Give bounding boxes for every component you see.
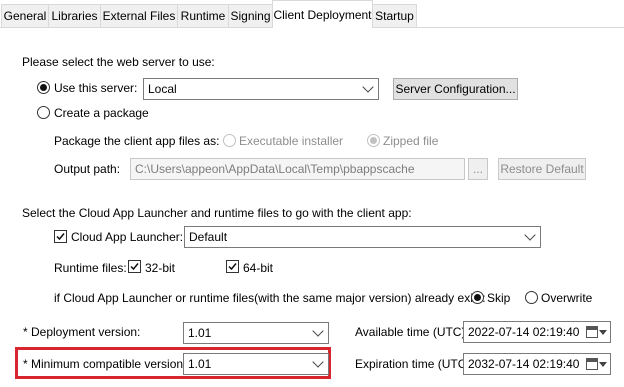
tab-signing[interactable]: Signing [228,4,273,27]
create-package-radio[interactable] [37,106,50,119]
restore-default-button[interactable]: Restore Default [498,158,586,180]
create-package-label: Create a package [54,106,149,120]
skip-radio[interactable] [471,291,484,304]
cloud-app-launcher-checkbox[interactable] [54,230,67,243]
use-server-radio[interactable] [37,81,50,94]
tab-libraries[interactable]: Libraries [48,4,101,27]
output-path-input[interactable]: C:\Users\appeon\AppData\Local\Temp\pbapp… [130,158,465,180]
tab-external-files[interactable]: External Files [100,4,178,27]
zipped-file-radio[interactable] [367,134,380,147]
bit32-label: 32-bit [145,261,176,275]
caret-down-icon [599,362,607,367]
tab-general[interactable]: General [1,4,49,27]
calendar-icon[interactable] [586,358,598,370]
cloud-app-launcher-label: Cloud App Launcher: [71,230,184,244]
min-compatible-version-select[interactable]: 1.01 [183,353,329,375]
launcher-select[interactable]: Default [184,226,541,248]
checkmark-icon [56,233,65,241]
chevron-down-icon [362,81,374,93]
deployment-version-value: 1.01 [188,326,212,340]
server-configuration-button[interactable]: Server Configuration... [393,78,518,100]
bit64-label: 64-bit [243,261,274,275]
caret-down-icon [599,330,607,335]
bit64-checkbox[interactable] [226,260,239,273]
overwrite-radio[interactable] [525,291,538,304]
server-select-value: Local [148,82,177,96]
chevron-down-icon [312,325,324,337]
tab-bar: General Libraries External Files Runtime… [0,0,624,28]
launcher-heading: Select the Cloud App Launcher and runtim… [22,206,412,220]
zipped-file-label: Zipped file [383,134,439,148]
launcher-select-value: Default [189,230,228,244]
exist-question-label: if Cloud App Launcher or runtime files(w… [54,291,486,305]
executable-installer-label: Executable installer [239,134,344,148]
available-time-picker[interactable]: 2022-07-14 02:19:40 [463,321,611,343]
deployment-version-label: * Deployment version: [23,325,141,339]
expiration-time-label: Expiration time (UTC): [355,357,474,371]
calendar-icon[interactable] [586,326,598,338]
runtime-files-label: Runtime files: [54,261,127,275]
web-server-heading: Please select the web server to use: [22,55,215,69]
package-as-label: Package the client app files as: [54,134,220,148]
bit32-checkbox[interactable] [128,260,141,273]
output-path-label: Output path: [54,162,121,176]
checkmark-icon [130,263,139,271]
available-time-value: 2022-07-14 02:19:40 [468,325,580,339]
skip-label: Skip [487,291,511,305]
chevron-down-icon [524,229,536,241]
deployment-version-select[interactable]: 1.01 [183,322,329,344]
server-select[interactable]: Local [143,78,379,100]
available-time-label: Available time (UTC): [355,325,469,339]
browse-button[interactable]: ... [468,158,488,180]
expiration-time-picker[interactable]: 2032-07-14 02:19:40 [463,353,611,375]
checkmark-icon [228,263,237,271]
chevron-down-icon [312,356,324,368]
overwrite-label: Overwrite [541,291,593,305]
executable-installer-radio[interactable] [223,134,236,147]
expiration-time-value: 2032-07-14 02:19:40 [468,357,580,371]
min-compatible-version-value: 1.01 [188,357,212,371]
tab-runtime[interactable]: Runtime [177,4,229,27]
min-compatible-version-label: * Minimum compatible version: [23,357,187,371]
tab-client-deployment[interactable]: Client Deployment [272,0,373,28]
use-server-label: Use this server: [54,81,138,95]
tab-startup[interactable]: Startup [372,4,417,27]
